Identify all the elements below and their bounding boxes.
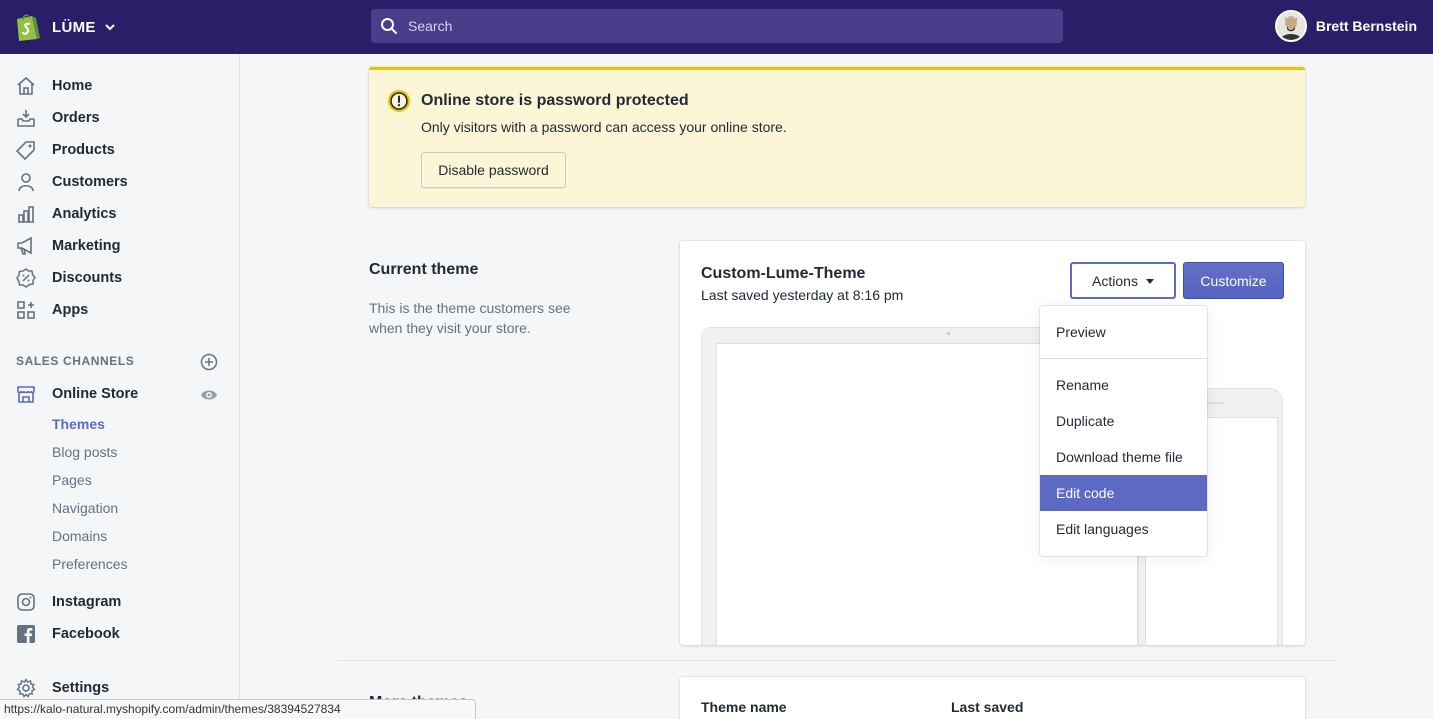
bar-chart-icon: [18, 206, 34, 223]
sidebar-item-marketing[interactable]: Marketing: [0, 230, 239, 262]
gear-icon: [16, 678, 36, 698]
sidebar-item-instagram[interactable]: Instagram: [0, 586, 239, 618]
instagram-icon: [17, 593, 35, 611]
add-circle-icon[interactable]: [200, 353, 218, 371]
sidebar-item-label: Products: [52, 142, 115, 158]
current-theme-card: Custom-Lume-Theme Last saved yesterday a…: [680, 241, 1305, 645]
facebook-icon: [17, 625, 35, 643]
sidebar-subitem-themes[interactable]: Themes: [52, 416, 105, 432]
sidebar-item-label: Discounts: [52, 270, 123, 286]
sales-channels-heading: SALES CHANNELS: [16, 354, 135, 368]
avatar: [1274, 10, 1307, 42]
search-input[interactable]: [408, 18, 1048, 34]
sidebar-subitem-pages[interactable]: Pages: [52, 472, 92, 488]
menu-item-edit-languages[interactable]: Edit languages: [1040, 511, 1207, 547]
apps-icon: [17, 301, 35, 319]
sidebar-item-customers[interactable]: Customers: [0, 166, 239, 198]
camera-dot: [947, 332, 950, 335]
column-header-last-saved: Last saved: [951, 699, 1024, 715]
menu-item-preview[interactable]: Preview: [1040, 314, 1207, 350]
sidebar-item-label: Settings: [52, 680, 110, 696]
sidebar-item-apps[interactable]: Apps: [0, 294, 239, 326]
sidebar-item-label: Facebook: [52, 626, 120, 642]
menu-divider: [1040, 358, 1207, 359]
sidebar-subitem-navigation[interactable]: Navigation: [52, 500, 118, 516]
store-icon: [17, 386, 35, 403]
sidebar-item-discounts[interactable]: Discounts: [0, 262, 239, 294]
user-menu[interactable]: Brett Bernstein: [1274, 10, 1417, 42]
sidebar-item-label: Orders: [52, 110, 100, 126]
top-bar: LÜME Brett Bernstein: [0, 0, 1433, 54]
sidebar-item-label: Apps: [52, 302, 89, 318]
sidebar-item-home[interactable]: Home: [0, 70, 239, 102]
eye-icon[interactable]: [200, 386, 218, 404]
sidebar-item-label: Online Store: [52, 386, 139, 402]
menu-item-rename[interactable]: Rename: [1040, 367, 1207, 403]
discount-icon: [16, 268, 36, 288]
tag-icon: [16, 141, 35, 160]
customize-button[interactable]: Customize: [1183, 262, 1284, 299]
disable-password-button[interactable]: Disable password: [421, 152, 566, 188]
search-icon: [381, 18, 397, 34]
theme-name: Custom-Lume-Theme: [701, 265, 866, 282]
actions-button[interactable]: Actions: [1070, 262, 1176, 299]
sidebar: Home Orders Products Customers Analytics…: [0, 54, 240, 719]
sidebar-item-facebook[interactable]: Facebook: [0, 618, 239, 650]
orders-icon: [17, 110, 35, 127]
menu-item-download-theme-file[interactable]: Download theme file: [1040, 439, 1207, 475]
sidebar-item-orders[interactable]: Orders: [0, 102, 239, 134]
sidebar-item-label: Instagram: [52, 594, 122, 610]
column-header-theme-name: Theme name: [701, 699, 787, 715]
sidebar-item-label: Home: [52, 78, 93, 94]
warning-icon: [388, 90, 410, 112]
sidebar-item-label: Customers: [52, 174, 128, 190]
sidebar-item-label: Marketing: [52, 238, 121, 254]
actions-label: Actions: [1092, 272, 1138, 289]
menu-item-edit-code[interactable]: Edit code: [1040, 475, 1207, 511]
store-switcher[interactable]: LÜME: [14, 12, 116, 42]
sidebar-item-label: Analytics: [52, 206, 117, 222]
sidebar-subitem-blog-posts[interactable]: Blog posts: [52, 444, 117, 460]
menu-item-duplicate[interactable]: Duplicate: [1040, 403, 1207, 439]
current-theme-heading: Current theme: [369, 261, 479, 278]
banner-text: Only visitors with a password can access…: [421, 119, 787, 135]
store-name: LÜME: [52, 18, 96, 36]
search-bar[interactable]: [371, 9, 1063, 43]
megaphone-icon: [17, 236, 32, 255]
banner-title: Online store is password protected: [421, 92, 689, 109]
user-photo-icon: [1276, 12, 1305, 40]
shopify-bag-icon: [17, 14, 40, 41]
actions-menu: Preview Rename Duplicate Download theme …: [1040, 306, 1207, 556]
chevron-down-icon: [104, 24, 115, 31]
password-protected-banner: Online store is password protected Only …: [369, 67, 1305, 207]
user-name: Brett Bernstein: [1315, 18, 1417, 34]
caret-down-icon: [1145, 279, 1154, 284]
sidebar-subitem-domains[interactable]: Domains: [52, 528, 107, 544]
theme-library-card: Theme name Last saved: [680, 677, 1305, 719]
sidebar-item-analytics[interactable]: Analytics: [0, 198, 239, 230]
browser-status-url: https://kalo-natural.myshopify.com/admin…: [0, 699, 476, 719]
person-icon: [18, 173, 34, 192]
sidebar-subitem-preferences[interactable]: Preferences: [52, 556, 127, 572]
section-divider: [338, 660, 1336, 661]
theme-last-saved: Last saved yesterday at 8:16 pm: [701, 287, 904, 303]
home-icon: [17, 76, 35, 95]
sidebar-item-products[interactable]: Products: [0, 134, 239, 166]
current-theme-description: This is the theme customers see when the…: [369, 300, 571, 336]
